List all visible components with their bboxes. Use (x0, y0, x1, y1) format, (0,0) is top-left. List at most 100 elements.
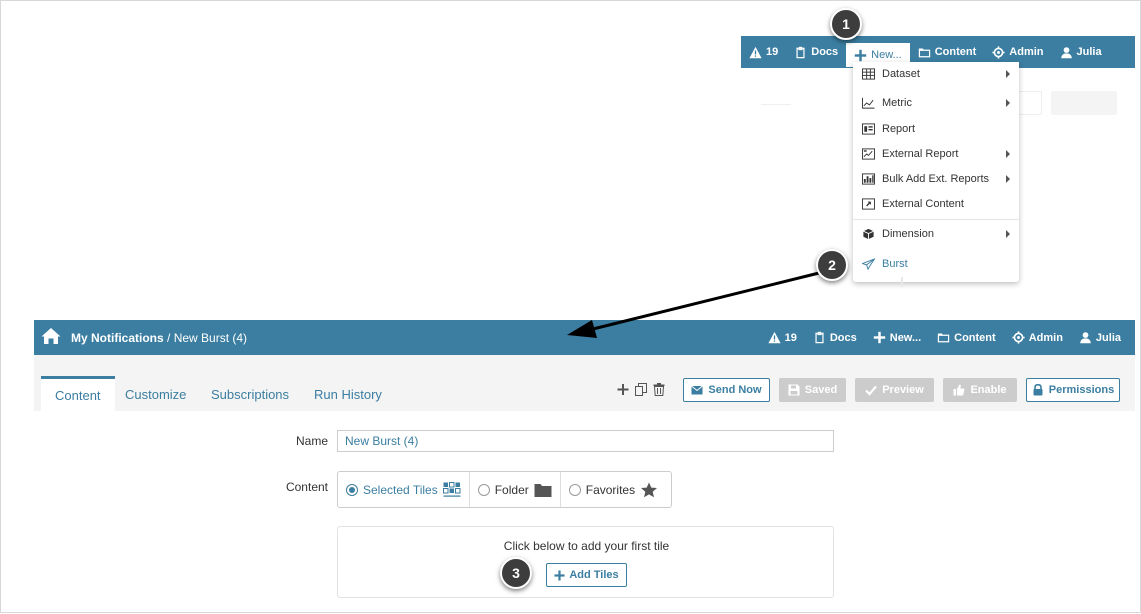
breadcrumb: My Notifications / New Burst (4) (71, 331, 247, 345)
envelope-icon (691, 385, 704, 395)
tab-subscriptions[interactable]: Subscriptions (197, 377, 303, 411)
plus-icon (854, 49, 867, 61)
tab-run-history[interactable]: Run History (300, 377, 396, 411)
radio-button[interactable] (477, 483, 490, 496)
external-report-icon (862, 148, 875, 160)
tab-content[interactable]: Content (41, 376, 115, 411)
checkmark-icon (865, 385, 878, 396)
new-dropdown-menu: Dataset Metric Report External Report Bu… (853, 62, 1019, 282)
menu-divider (853, 219, 1019, 220)
chevron-right-icon (1006, 230, 1010, 238)
menu-item-burst[interactable]: Burst (853, 252, 1019, 276)
top-nav-alerts[interactable]: 19 (741, 36, 786, 68)
menu-item-bulk-add[interactable]: Bulk Add Ext. Reports (853, 167, 1019, 191)
radio-button[interactable] (568, 483, 581, 496)
saved-button: Saved (779, 378, 846, 402)
chevron-right-icon (1006, 150, 1010, 158)
radio-selected-tiles[interactable]: Selected Tiles (338, 472, 470, 507)
burst-editor: My Notifications / New Burst (4) 19 Docs… (34, 320, 1135, 612)
line-chart-icon (862, 97, 875, 109)
screenshot-frame: 19 Docs New... Content Admin Julia Datas… (0, 0, 1141, 613)
radio-favorites[interactable]: Favorites (561, 472, 666, 507)
menu-item-label: Report (882, 123, 916, 135)
send-now-button[interactable]: Send Now (683, 378, 770, 402)
background-button (1051, 91, 1117, 115)
plus-icon (554, 569, 565, 581)
add-tiles-button[interactable]: Add Tiles (546, 563, 627, 587)
warning-icon (768, 331, 781, 344)
main-nav-docs[interactable]: Docs (805, 320, 865, 355)
main-nav-new[interactable]: New... (865, 320, 929, 355)
saved-label: Saved (804, 384, 838, 396)
tiles-empty-message: Click below to add your first tile (503, 539, 670, 553)
folders-icon (918, 47, 930, 57)
folders-icon (937, 333, 950, 343)
user-icon (1060, 46, 1072, 58)
top-nav-docs-label: Docs (811, 46, 839, 58)
main-nav-user[interactable]: Julia (1071, 320, 1135, 355)
main-nav-new-label: New... (889, 331, 922, 344)
clipboard-icon (815, 331, 824, 344)
permissions-button[interactable]: Permissions (1026, 378, 1120, 402)
preview-button[interactable]: Preview (855, 378, 934, 402)
top-nav-user-name: Julia (1076, 46, 1102, 58)
external-content-icon (862, 198, 875, 210)
add-tiles-label: Add Tiles (569, 569, 619, 581)
tiles-empty-panel: Click below to add your first tile Add T… (337, 526, 834, 598)
top-nav-new-label: New... (871, 49, 902, 61)
main-nav-content[interactable]: Content (929, 320, 1004, 355)
menu-scroll-indicator (901, 277, 903, 287)
main-nav-items: 19 Docs New... Content Admin Julia (760, 320, 1135, 355)
background-placeholder (761, 104, 791, 105)
thumbs-up-icon (953, 384, 965, 396)
toolbar-icons (617, 383, 665, 396)
copy-icon[interactable] (635, 383, 647, 396)
top-nav-user[interactable]: Julia (1052, 36, 1110, 68)
menu-item-label: External Report (882, 148, 959, 160)
trash-icon[interactable] (653, 383, 665, 396)
menu-item-label: Bulk Add Ext. Reports (882, 173, 989, 185)
permissions-label: Permissions (1048, 384, 1115, 396)
name-input[interactable] (337, 430, 834, 452)
menu-item-report[interactable]: Report (853, 117, 1019, 141)
top-nav-alerts-count: 19 (766, 46, 779, 58)
menu-item-label: External Content (882, 198, 964, 210)
user-icon (1080, 332, 1091, 344)
menu-item-label: Metric (882, 97, 912, 109)
chevron-right-icon (1006, 70, 1010, 78)
main-nav-bar: My Notifications / New Burst (4) 19 Docs… (34, 320, 1135, 355)
menu-item-dataset[interactable]: Dataset (853, 62, 1019, 86)
preview-label: Preview (882, 384, 924, 396)
name-label: Name (295, 434, 328, 448)
main-nav-alerts[interactable]: 19 (760, 320, 805, 355)
breadcrumb-root[interactable]: My Notifications (71, 331, 164, 345)
tab-customize[interactable]: Customize (111, 377, 200, 411)
radio-button-checked[interactable] (346, 483, 358, 496)
menu-item-label: Dimension (882, 228, 934, 240)
report-icon (862, 123, 875, 135)
top-nav-admin-label: Admin (1009, 46, 1044, 58)
menu-item-dimension[interactable]: Dimension (853, 222, 1019, 246)
top-nav-docs[interactable]: Docs (786, 36, 846, 68)
menu-item-external-report[interactable]: External Report (853, 142, 1019, 166)
warning-icon (749, 46, 762, 58)
step-callout-2: 2 (816, 249, 848, 281)
menu-item-metric[interactable]: Metric (853, 91, 1019, 115)
breadcrumb-separator: / (163, 331, 174, 345)
enable-button[interactable]: Enable (943, 378, 1017, 402)
radio-folder[interactable]: Folder (470, 472, 561, 507)
floppy-disk-icon (788, 384, 800, 396)
paper-plane-icon (862, 258, 875, 270)
plus-icon[interactable] (617, 383, 629, 396)
lock-icon (1033, 384, 1043, 396)
folder-icon (534, 483, 552, 497)
radio-selected-tiles-label: Selected Tiles (363, 482, 438, 497)
step-callout-3: 3 (500, 557, 532, 589)
step-callout-1: 1 (830, 8, 862, 40)
breadcrumb-current: New Burst (4) (173, 331, 248, 345)
menu-item-external-content[interactable]: External Content (853, 192, 1019, 216)
home-icon[interactable] (41, 327, 61, 345)
main-nav-admin[interactable]: Admin (1004, 320, 1071, 355)
content-source-radio-group: Selected Tiles Folder Favorites (337, 471, 672, 508)
menu-item-label: Dataset (882, 68, 920, 80)
